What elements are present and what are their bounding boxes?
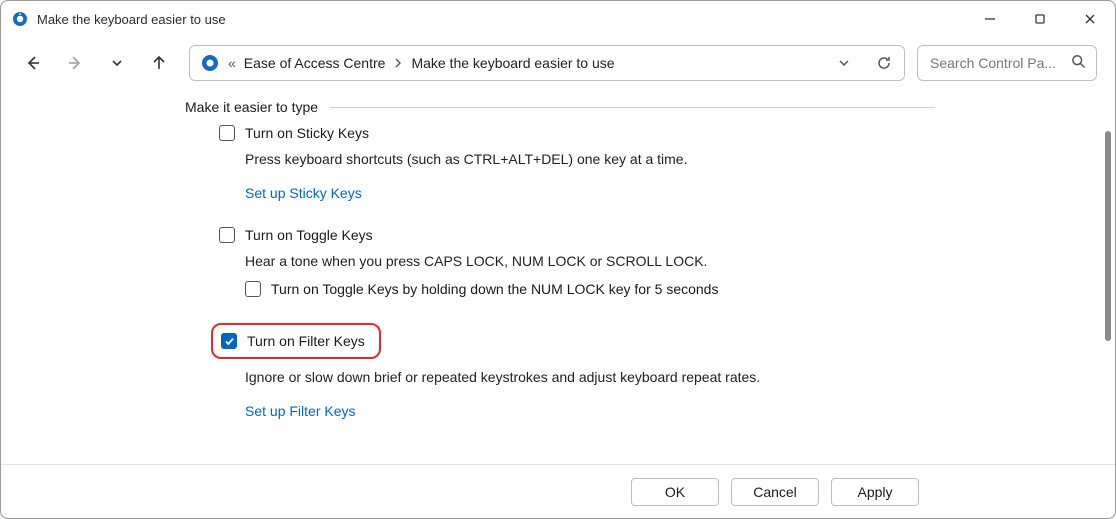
sticky-keys-label[interactable]: Turn on Sticky Keys	[245, 125, 369, 141]
apply-button[interactable]: Apply	[831, 478, 919, 506]
toggle-keys-numlock-label[interactable]: Turn on Toggle Keys by holding down the …	[271, 281, 718, 297]
filter-keys-desc: Ignore or slow down brief or repeated ke…	[245, 369, 935, 385]
window-title: Make the keyboard easier to use	[37, 12, 226, 27]
sticky-keys-link[interactable]: Set up Sticky Keys	[245, 185, 362, 201]
breadcrumb-dropdown[interactable]	[834, 53, 854, 73]
filter-keys-link[interactable]: Set up Filter Keys	[245, 403, 356, 419]
breadcrumb-history-chevrons[interactable]: «	[228, 55, 236, 71]
dialog-button-bar: OK Cancel Apply	[1, 464, 1115, 518]
titlebar: Make the keyboard easier to use	[1, 1, 1115, 37]
forward-button[interactable]	[65, 53, 85, 73]
chevron-right-icon	[393, 55, 403, 71]
breadcrumb[interactable]: « Ease of Access Centre Make the keyboar…	[189, 45, 905, 81]
recent-locations-dropdown[interactable]	[107, 53, 127, 73]
sticky-keys-block: Turn on Sticky Keys Press keyboard short…	[219, 125, 935, 201]
sticky-keys-checkbox[interactable]	[219, 125, 235, 141]
sticky-keys-desc: Press keyboard shortcuts (such as CTRL+A…	[245, 151, 935, 167]
toggle-keys-label[interactable]: Turn on Toggle Keys	[245, 227, 373, 243]
toggle-keys-block: Turn on Toggle Keys Hear a tone when you…	[219, 227, 935, 297]
ok-button[interactable]: OK	[631, 478, 719, 506]
toggle-keys-numlock-checkbox[interactable]	[245, 281, 261, 297]
scrollbar-thumb[interactable]	[1105, 131, 1111, 341]
filter-keys-label[interactable]: Turn on Filter Keys	[247, 333, 365, 349]
breadcrumb-seg-keyboard[interactable]: Make the keyboard easier to use	[411, 55, 614, 71]
app-icon	[11, 10, 29, 28]
filter-keys-checkbox[interactable]	[221, 333, 237, 349]
filter-keys-block: Turn on Filter Keys Ignore or slow down …	[219, 323, 935, 419]
cancel-button[interactable]: Cancel	[731, 478, 819, 506]
section-title: Make it easier to type	[185, 99, 318, 115]
refresh-button[interactable]	[874, 53, 894, 73]
up-button[interactable]	[149, 53, 169, 73]
filter-keys-highlight: Turn on Filter Keys	[211, 323, 381, 359]
search-input[interactable]	[928, 54, 1063, 72]
divider	[330, 107, 935, 108]
breadcrumb-seg-ease-of-access[interactable]: Ease of Access Centre	[244, 55, 386, 71]
control-panel-icon	[200, 53, 220, 73]
toggle-keys-desc: Hear a tone when you press CAPS LOCK, NU…	[245, 253, 935, 269]
minimize-button[interactable]	[965, 1, 1015, 37]
maximize-button[interactable]	[1015, 1, 1065, 37]
search-box[interactable]	[917, 45, 1097, 81]
vertical-scrollbar[interactable]	[1101, 131, 1111, 460]
toolbar: « Ease of Access Centre Make the keyboar…	[1, 37, 1115, 93]
close-button[interactable]	[1065, 1, 1115, 37]
toggle-keys-checkbox[interactable]	[219, 227, 235, 243]
back-button[interactable]	[23, 53, 43, 73]
search-icon[interactable]	[1071, 54, 1086, 72]
